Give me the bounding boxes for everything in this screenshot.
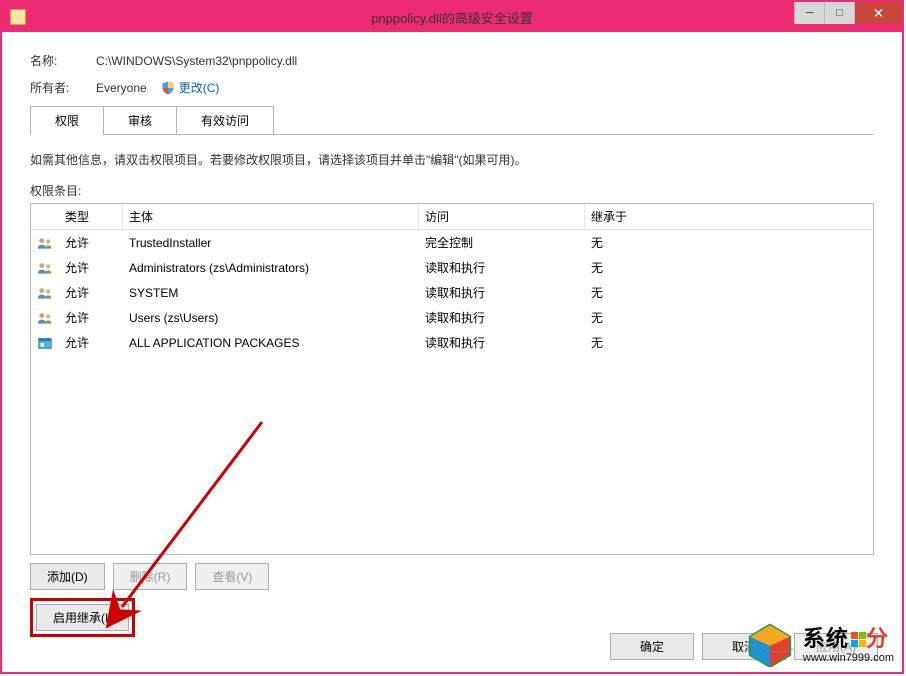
table-header: 类型 主体 访问 继承于: [31, 204, 873, 230]
package-icon: [31, 333, 59, 353]
cell-type: 允许: [59, 257, 123, 278]
col-principal[interactable]: 主体: [123, 204, 419, 229]
table-row[interactable]: 允许ALL APPLICATION PACKAGES读取和执行无: [31, 330, 873, 355]
cell-type: 允许: [59, 282, 123, 303]
watermark-title: 系统 分: [803, 627, 894, 651]
tab-audit[interactable]: 审核: [103, 106, 177, 135]
cell-access: 完全控制: [419, 232, 585, 253]
cell-type: 允许: [59, 232, 123, 253]
col-type[interactable]: 类型: [59, 204, 123, 229]
owner-field: 所有者: Everyone 更改(C): [30, 79, 874, 96]
owner-label: 所有者:: [30, 79, 96, 96]
name-field: 名称: C:\WINDOWS\System32\pnppolicy.dll: [30, 52, 874, 69]
cell-principal: ALL APPLICATION PACKAGES: [123, 334, 419, 352]
cell-inherited: 无: [585, 232, 873, 253]
cell-access: 读取和执行: [419, 307, 585, 328]
col-inherited[interactable]: 继承于: [585, 204, 873, 229]
cell-principal: Administrators (zs\Administrators): [123, 259, 419, 277]
col-access[interactable]: 访问: [419, 204, 585, 229]
ok-button[interactable]: 确定: [610, 633, 694, 660]
cell-inherited: 无: [585, 282, 873, 303]
enable-inherit-highlight: 启用继承(I): [30, 598, 135, 637]
cell-access: 读取和执行: [419, 257, 585, 278]
tabs: 权限 审核 有效访问: [30, 106, 874, 135]
cell-principal: SYSTEM: [123, 284, 419, 302]
table-row[interactable]: 允许SYSTEM读取和执行无: [31, 280, 873, 305]
window-title: pnppolicy.dll的高级安全设置: [371, 8, 533, 27]
minimize-button[interactable]: ─: [794, 2, 824, 24]
cell-type: 允许: [59, 307, 123, 328]
remove-button: 删除(R): [113, 563, 188, 590]
windows-logo-icon: [851, 632, 866, 647]
add-button[interactable]: 添加(D): [30, 563, 105, 590]
titlebar[interactable]: pnppolicy.dll的高级安全设置 ─ □ ✕: [2, 2, 902, 32]
watermark: 系统 分 www.win7999.com: [743, 621, 894, 670]
table-row[interactable]: 允许TrustedInstaller完全控制无: [31, 230, 873, 255]
watermark-url: www.win7999.com: [803, 652, 894, 664]
view-button: 查看(V): [195, 563, 269, 590]
cell-access: 读取和执行: [419, 282, 585, 303]
shield-icon: [161, 81, 175, 95]
cell-type: 允许: [59, 332, 123, 353]
window-controls: ─ □ ✕: [794, 2, 902, 24]
content-area: 名称: C:\WINDOWS\System32\pnppolicy.dll 所有…: [2, 32, 902, 672]
table-body: 允许TrustedInstaller完全控制无允许Administrators …: [31, 230, 873, 355]
cell-principal: TrustedInstaller: [123, 234, 419, 252]
name-label: 名称:: [30, 52, 96, 69]
tab-effective-access[interactable]: 有效访问: [176, 106, 274, 135]
permission-table: 类型 主体 访问 继承于 允许TrustedInstaller完全控制无允许Ad…: [30, 203, 874, 555]
security-settings-window: pnppolicy.dll的高级安全设置 ─ □ ✕ 名称: C:\WINDOW…: [0, 0, 904, 674]
change-owner-link[interactable]: 更改(C): [179, 79, 220, 96]
watermark-suffix: 分: [866, 627, 889, 651]
col-icon: [31, 204, 59, 229]
watermark-prefix: 系统: [803, 627, 849, 651]
cell-inherited: 无: [585, 307, 873, 328]
watermark-text: 系统 分 www.win7999.com: [803, 627, 894, 663]
cell-inherited: 无: [585, 257, 873, 278]
users-icon: [31, 308, 59, 328]
users-icon: [31, 233, 59, 253]
close-button[interactable]: ✕: [854, 2, 902, 24]
users-icon: [31, 258, 59, 278]
cell-inherited: 无: [585, 332, 873, 353]
instruction-text: 如需其他信息，请双击权限项目。若要修改权限项目，请选择该项目并单击"编辑"(如果…: [30, 151, 874, 168]
permission-entries-label: 权限条目:: [30, 182, 874, 199]
folder-icon: [10, 9, 26, 25]
table-row[interactable]: 允许Users (zs\Users)读取和执行无: [31, 305, 873, 330]
cell-principal: Users (zs\Users): [123, 309, 419, 327]
owner-value: Everyone: [96, 81, 147, 95]
watermark-logo-icon: [743, 621, 797, 670]
table-row[interactable]: 允许Administrators (zs\Administrators)读取和执…: [31, 255, 873, 280]
users-icon: [31, 283, 59, 303]
tab-permissions[interactable]: 权限: [30, 106, 104, 135]
cell-access: 读取和执行: [419, 332, 585, 353]
maximize-button[interactable]: □: [824, 2, 854, 24]
entry-buttons: 添加(D) 删除(R) 查看(V): [30, 563, 874, 590]
name-value: C:\WINDOWS\System32\pnppolicy.dll: [96, 54, 297, 68]
enable-inheritance-button[interactable]: 启用继承(I): [36, 604, 129, 631]
